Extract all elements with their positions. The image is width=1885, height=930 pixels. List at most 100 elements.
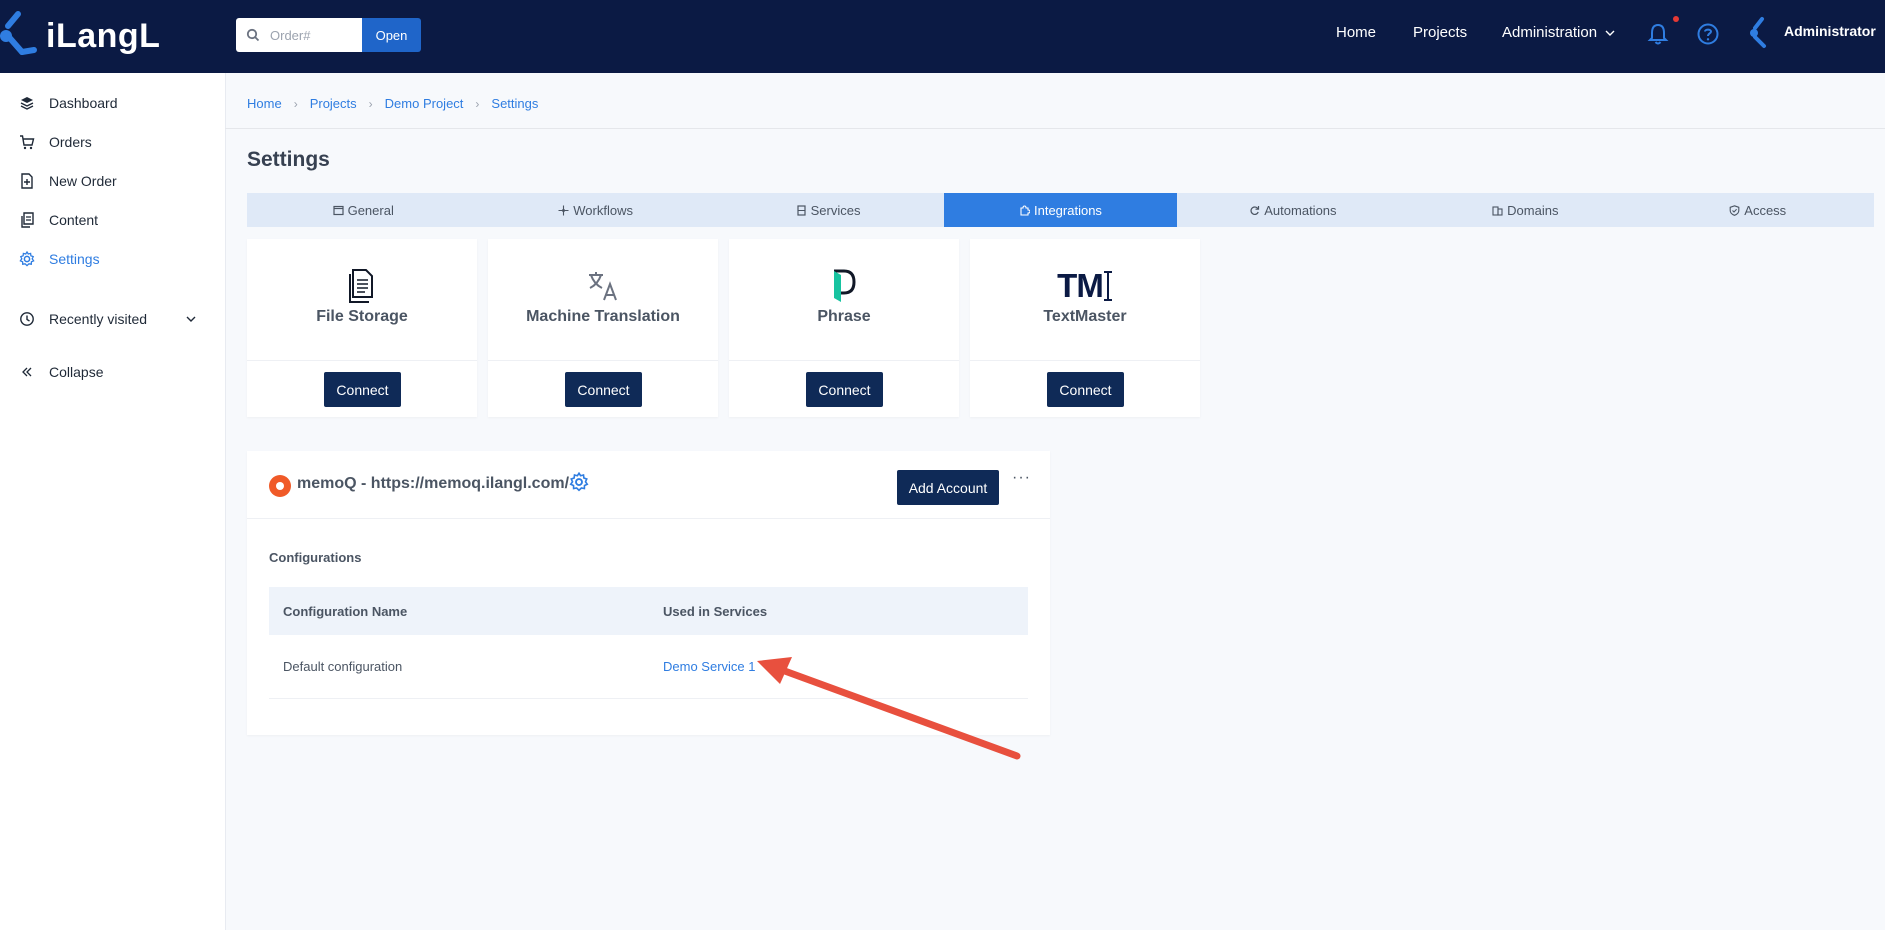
card-file-storage: File Storage Connect [247,239,477,417]
breadcrumb-demo-project[interactable]: Demo Project [385,96,464,111]
app-logo[interactable]: iLangL [0,10,160,62]
sidebar-item-settings[interactable]: Settings [0,243,225,275]
textmaster-logo-text: TM [1057,267,1104,304]
table-row: Default configuration Demo Service 1 [269,635,1028,699]
textmaster-logo-icon: TM [1057,267,1113,304]
breadcrumb-separator: › [293,96,298,111]
sidebar-item-label: Settings [49,251,100,267]
sidebar: Dashboard Orders New Order Content Setti… [0,73,226,930]
connect-button[interactable]: Connect [1047,372,1124,407]
tab-automations[interactable]: Automations [1177,193,1409,227]
order-search [236,18,362,52]
memoq-integration-panel: memoQ - https://memoq.ilangl.com/ Add Ac… [247,451,1050,735]
card-phrase: Phrase Connect [729,239,959,417]
table-header: Configuration Name Used in Services [269,587,1028,635]
page-title: Settings [247,148,330,171]
help-icon[interactable] [1696,22,1720,46]
user-icon[interactable] [1748,16,1776,50]
sidebar-item-content[interactable]: Content [0,204,225,236]
tab-workflows[interactable]: Workflows [479,193,711,227]
notification-dot [1673,16,1679,22]
integration-cards: File Storage Connect Machine Translation… [247,239,1200,417]
history-icon [19,311,35,327]
tab-label: Services [810,202,861,218]
refresh-icon [1250,205,1260,215]
sidebar-item-new-order[interactable]: New Order [0,165,225,197]
topnav-administration-label: Administration [1502,24,1598,41]
panel-header: memoQ - https://memoq.ilangl.com/ Add Ac… [247,451,1050,519]
tab-integrations[interactable]: Integrations [944,193,1177,227]
card-title: File Storage [316,308,408,325]
search-icon [246,28,260,42]
memoq-logo-icon [269,475,291,497]
server-icon [797,204,806,216]
integration-title: memoQ - https://memoq.ilangl.com/ [297,475,570,492]
card-header: File Storage [247,239,477,361]
sidebar-item-recently-visited[interactable]: Recently visited [0,303,225,335]
gear-icon[interactable] [569,472,589,492]
sidebar-item-label: Collapse [49,364,104,380]
service-link[interactable]: Demo Service 1 [663,659,755,674]
sidebar-item-dashboard[interactable]: Dashboard [0,87,225,119]
content-icon [19,212,35,228]
open-order-button[interactable]: Open [362,18,421,52]
tab-label: Automations [1264,202,1337,218]
double-chevron-left-icon [19,364,35,380]
breadcrumb-home[interactable]: Home [247,96,282,111]
tab-domains[interactable]: Domains [1409,193,1641,227]
puzzle-icon [1020,204,1030,216]
card-title: Phrase [817,308,871,325]
card-textmaster: TM TextMaster Connect [970,239,1200,417]
phrase-logo-icon [831,269,857,303]
breadcrumb-projects[interactable]: Projects [310,96,357,111]
sidebar-item-orders[interactable]: Orders [0,126,225,158]
chevron-down-icon [1605,30,1615,36]
bell-icon[interactable] [1647,22,1669,46]
sidebar-item-label: New Order [49,173,117,189]
tab-label: Domains [1507,202,1559,218]
add-account-button[interactable]: Add Account [897,470,999,505]
breadcrumb-settings[interactable]: Settings [491,96,538,111]
breadcrumb-separator: › [475,96,480,111]
card-title: TextMaster [1043,308,1127,325]
sidebar-item-label: Dashboard [49,95,118,111]
topnav-home[interactable]: Home [1336,24,1376,41]
sidebar-item-label: Recently visited [49,311,148,327]
more-options-icon[interactable]: ··· [1012,469,1031,487]
topnav-projects[interactable]: Projects [1413,24,1467,41]
configurations-table: Configuration Name Used in Services Defa… [269,587,1028,699]
tab-label: Integrations [1034,202,1102,218]
logo-text: iLangL [46,16,161,55]
building-icon [1492,205,1503,216]
connect-button[interactable]: Connect [324,372,401,407]
sidebar-item-label: Orders [49,134,92,150]
breadcrumb-separator: › [368,96,373,111]
workflow-icon [558,205,569,215]
cart-icon [19,134,35,150]
connect-button[interactable]: Connect [806,372,883,407]
breadcrumb-divider [225,128,1885,129]
chevron-down-icon [186,316,196,322]
card-header: Phrase [729,239,959,361]
tab-label: Workflows [573,202,633,218]
tab-services[interactable]: Services [712,193,944,227]
file-storage-icon [347,269,377,303]
order-search-input[interactable] [268,19,362,51]
tab-access[interactable]: Access [1642,193,1874,227]
new-doc-icon [19,173,35,189]
topnav-administration[interactable]: Administration [1502,24,1615,41]
gear-icon [19,251,35,267]
card-machine-translation: Machine Translation Connect [488,239,718,417]
settings-tabs: General Workflows Services Integrations … [247,193,1874,227]
window-icon [332,205,344,215]
tab-label: General [347,202,394,218]
card-header: TM TextMaster [970,239,1200,361]
column-header-configuration-name: Configuration Name [283,603,408,619]
tab-general[interactable]: General [247,193,479,227]
translate-icon [587,269,619,303]
top-bar: iLangL Open Home Projects Administration… [0,0,1885,73]
sidebar-collapse[interactable]: Collapse [0,356,225,388]
connect-button[interactable]: Connect [565,372,642,407]
user-name[interactable]: Administrator [1784,23,1876,39]
tab-label: Access [1744,202,1787,218]
